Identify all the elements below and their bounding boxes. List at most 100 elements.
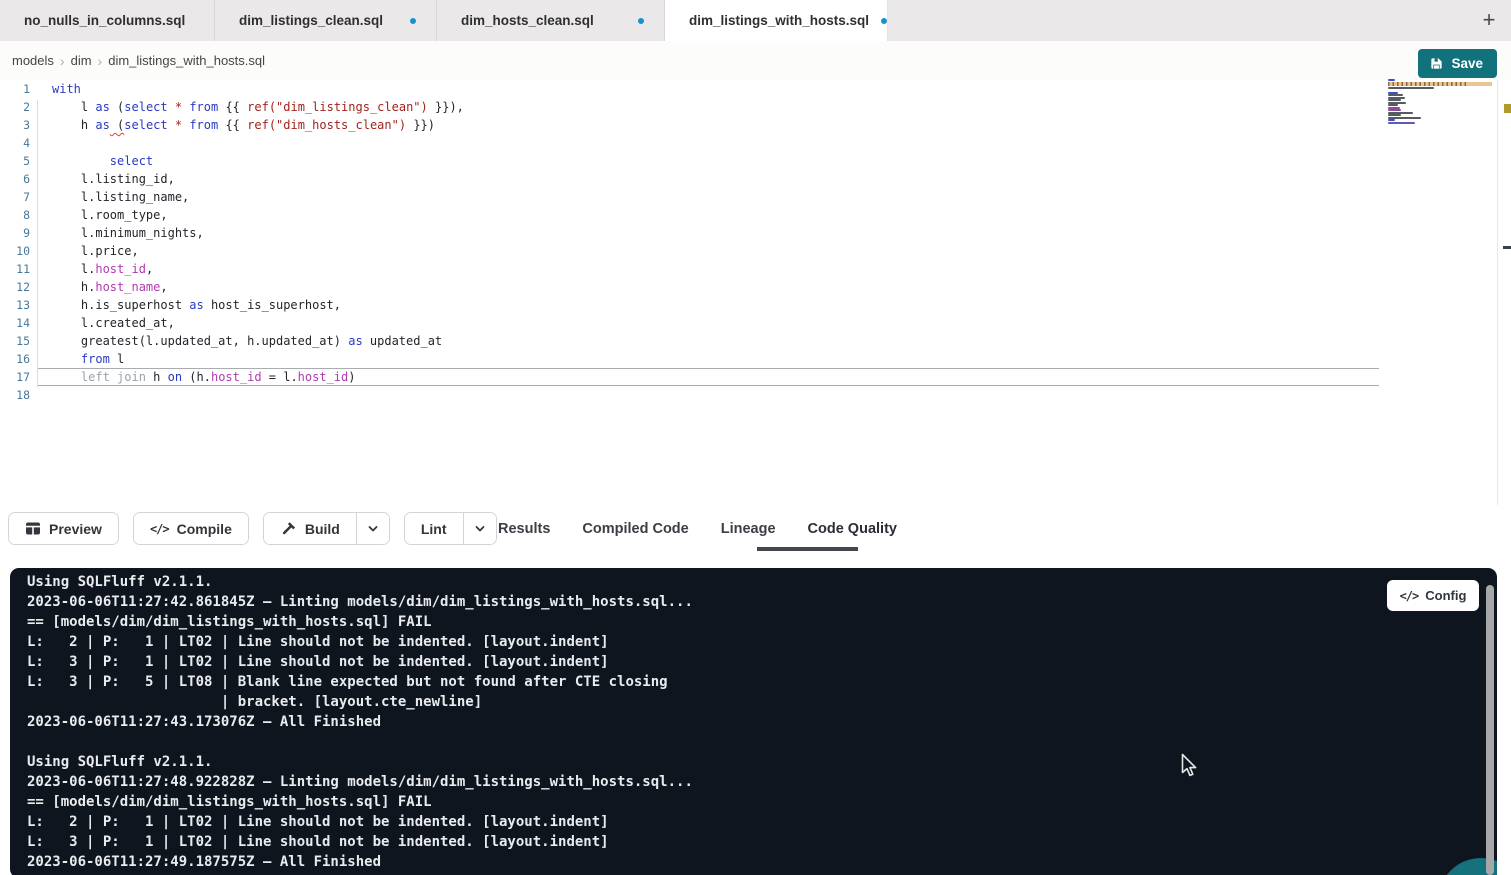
code-line[interactable]: 4: [0, 134, 1497, 152]
tab-code-quality[interactable]: Code Quality: [808, 521, 897, 537]
code-line-text: left join h on (h.host_id = l.host_id): [52, 368, 355, 386]
save-button[interactable]: Save: [1418, 49, 1497, 78]
code-line-text: l.room_type,: [52, 206, 168, 224]
code-line[interactable]: 17 left join h on (h.host_id = l.host_id…: [0, 368, 1497, 386]
preview-button[interactable]: Preview: [9, 513, 118, 544]
code-line[interactable]: 7 l.listing_name,: [0, 188, 1497, 206]
code-line[interactable]: 18: [0, 386, 1497, 404]
code-line-text: from l: [52, 350, 124, 368]
line-number: 9: [0, 224, 30, 242]
line-number: 6: [0, 170, 30, 188]
code-line-text: with: [52, 80, 81, 98]
code-line-text: h.is_superhost as host_is_superhost,: [52, 296, 341, 314]
lint-button[interactable]: Lint: [405, 513, 463, 544]
breadcrumb-item[interactable]: dim: [71, 53, 92, 68]
code-line[interactable]: 1 with: [0, 80, 1497, 98]
terminal-line: L: 3 | P: 1 | LT02 | Line should not be …: [27, 652, 693, 672]
code-line[interactable]: 6 l.listing_id,: [0, 170, 1497, 188]
code-line[interactable]: 13 h.is_superhost as host_is_superhost,: [0, 296, 1497, 314]
tab-results[interactable]: Results: [498, 521, 550, 537]
tab-label: no_nulls_in_columns.sql: [24, 13, 185, 28]
line-number: 17: [0, 368, 30, 386]
code-line[interactable]: 16 from l: [0, 350, 1497, 368]
compile-button-group: </>Compile: [133, 512, 249, 545]
code-icon: </>: [150, 522, 169, 536]
breadcrumb: models›dim›dim_listings_with_hosts.sql: [12, 41, 265, 80]
build-label: Build: [305, 521, 340, 537]
code-line-text: l.listing_name,: [52, 188, 189, 206]
preview-button-group: Preview: [8, 512, 119, 545]
code-line[interactable]: 11 l.host_id,: [0, 260, 1497, 278]
minimap-highlight: [1388, 82, 1492, 86]
code-line-text: l.created_at,: [52, 314, 175, 332]
terminal-line: 2023-06-06T11:27:42.861845Z — Linting mo…: [27, 592, 693, 612]
line-number: 3: [0, 116, 30, 134]
code-line-text: l.price,: [52, 242, 139, 260]
code-line[interactable]: 3 h as (select * from {{ ref("dim_hosts_…: [0, 116, 1497, 134]
terminal-line: 2023-06-06T11:27:43.173076Z — All Finish…: [27, 712, 693, 732]
tab-dim_listings_with_hosts.sql[interactable]: dim_listings_with_hosts.sql: [665, 0, 888, 41]
compile-button[interactable]: </>Compile: [134, 513, 248, 544]
minimap-line: [1388, 114, 1401, 116]
breadcrumb-item[interactable]: models: [12, 53, 54, 68]
lint-dropdown-button[interactable]: [463, 513, 496, 544]
tab-strip: no_nulls_in_columns.sql dim_listings_clea…: [0, 0, 888, 41]
code-line[interactable]: 10 l.price,: [0, 242, 1497, 260]
code-line-text: l as (select * from {{ ref("dim_listings…: [52, 98, 464, 116]
terminal-line: L: 3 | P: 5 | LT08 | Blank line expected…: [27, 672, 693, 692]
editor-toolbar: Preview </>Compile Build Lint Results Compil…: [0, 505, 1511, 568]
modified-indicator-icon: [638, 18, 644, 24]
code-line-text: greatest(l.updated_at, h.updated_at) as …: [52, 332, 442, 350]
indent-guide: [37, 100, 38, 388]
line-number: 11: [0, 260, 30, 278]
minimap[interactable]: [1388, 79, 1492, 124]
tab-no_nulls_in_columns.sql[interactable]: no_nulls_in_columns.sql: [0, 0, 215, 41]
code-line[interactable]: 12 h.host_name,: [0, 278, 1497, 296]
tab-dim_listings_clean.sql[interactable]: dim_listings_clean.sql: [215, 0, 437, 41]
tab-compiled-code[interactable]: Compiled Code: [582, 521, 688, 537]
breadcrumb-item[interactable]: dim_listings_with_hosts.sql: [108, 53, 265, 68]
ruler-cursor-marker-icon: [1503, 246, 1511, 249]
line-number: 7: [0, 188, 30, 206]
breadcrumb-bar: models›dim›dim_listings_with_hosts.sql S…: [0, 41, 1511, 80]
line-number: 2: [0, 98, 30, 116]
tab-label: dim_listings_clean.sql: [239, 13, 383, 28]
tab-dim_hosts_clean.sql[interactable]: dim_hosts_clean.sql: [437, 0, 665, 41]
code-editor[interactable]: 1with2 l as (select * from {{ ref("dim_l…: [0, 80, 1497, 505]
code-line[interactable]: 14 l.created_at,: [0, 314, 1497, 332]
code-line-text: l.listing_id,: [52, 170, 175, 188]
config-button[interactable]: </> Config: [1387, 580, 1479, 611]
code-line[interactable]: 9 l.minimum_nights,: [0, 224, 1497, 242]
line-number: 13: [0, 296, 30, 314]
save-label: Save: [1451, 56, 1483, 71]
new-tab-button[interactable]: +: [1475, 6, 1503, 34]
terminal-line: Using SQLFluff v2.1.1.: [27, 572, 693, 592]
terminal-line: == [models/dim/dim_listings_with_hosts.s…: [27, 612, 693, 632]
line-number: 8: [0, 206, 30, 224]
code-line[interactable]: 15 greatest(l.updated_at, h.updated_at) …: [0, 332, 1497, 350]
build-button[interactable]: Build: [264, 513, 356, 544]
chevron-down-icon: [367, 523, 379, 535]
breadcrumb-separator-icon: ›: [60, 53, 65, 69]
line-number: 1: [0, 80, 30, 98]
code-line[interactable]: 8 l.room_type,: [0, 206, 1497, 224]
minimap-line: [1388, 87, 1434, 89]
code-line[interactable]: 5 select: [0, 152, 1497, 170]
ruler-warning-marker-icon: [1504, 104, 1511, 113]
line-number: 10: [0, 242, 30, 260]
ide-window: no_nulls_in_columns.sql dim_listings_clea…: [0, 0, 1511, 875]
code-line-text: l.host_id,: [52, 260, 153, 278]
config-label: Config: [1425, 588, 1466, 603]
tab-lineage[interactable]: Lineage: [721, 521, 776, 537]
code-lines: 1with2 l as (select * from {{ ref("dim_l…: [0, 80, 1497, 404]
table-icon: [25, 521, 41, 536]
build-dropdown-button[interactable]: [356, 513, 389, 544]
active-tab-underline: [757, 547, 858, 551]
code-line[interactable]: 2 l as (select * from {{ ref("dim_listin…: [0, 98, 1497, 116]
terminal-scrollbar[interactable]: [1486, 585, 1494, 875]
hammer-icon: [280, 521, 297, 537]
code-line-text: l.minimum_nights,: [52, 224, 204, 242]
tab-label: dim_hosts_clean.sql: [461, 13, 594, 28]
line-number: 16: [0, 350, 30, 368]
chevron-down-icon: [474, 523, 486, 535]
